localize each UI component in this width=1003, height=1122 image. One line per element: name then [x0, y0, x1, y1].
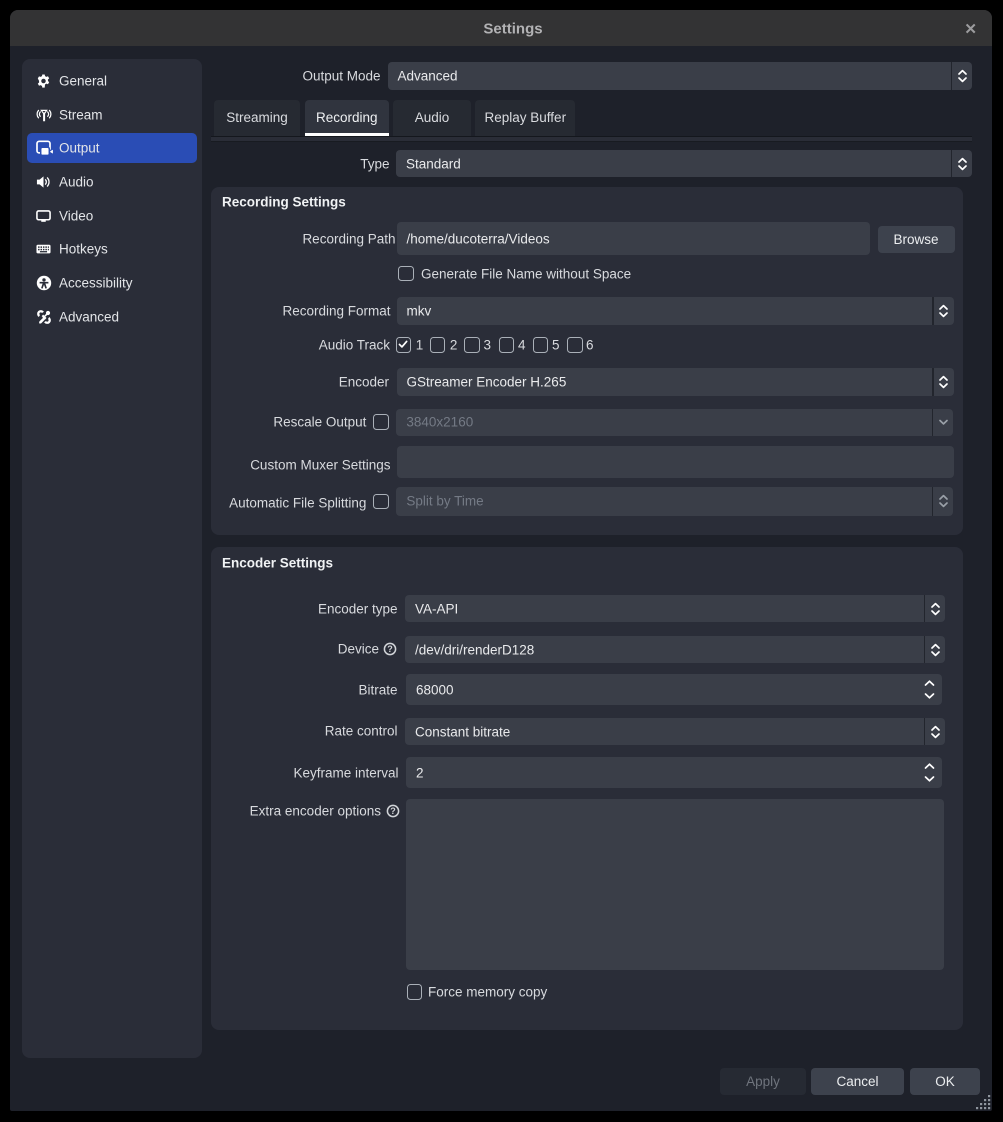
- svg-text:?: ?: [391, 806, 397, 816]
- svg-text:?: ?: [387, 644, 393, 654]
